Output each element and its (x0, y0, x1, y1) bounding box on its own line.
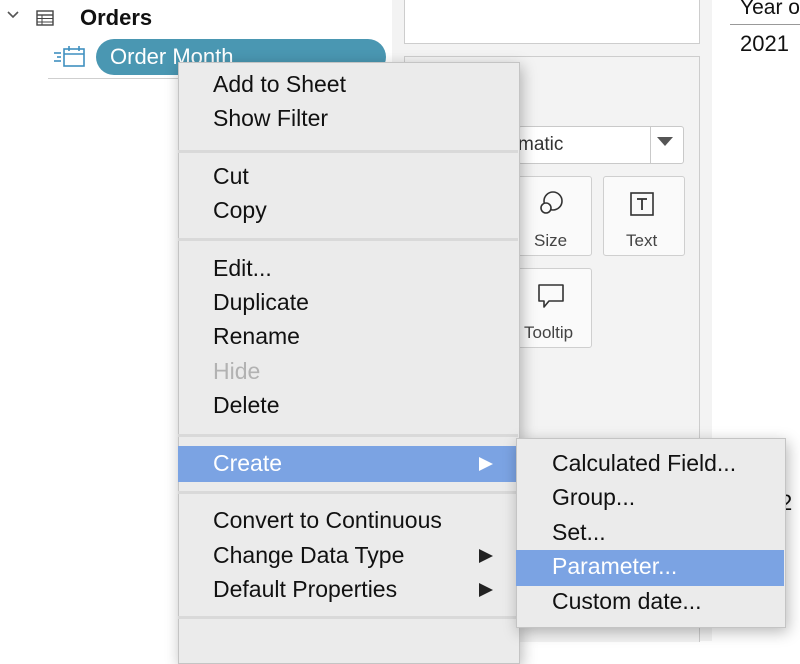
submenu-arrow-icon (479, 583, 493, 597)
menu-separator (178, 491, 518, 494)
submenu-item-set[interactable]: Set... (552, 519, 606, 546)
table-icon (36, 10, 54, 26)
dropdown-divider (650, 127, 651, 163)
menu-separator (178, 238, 518, 241)
header-divider (730, 24, 800, 25)
column-header[interactable]: Year o (740, 0, 800, 20)
date-field-icon (54, 46, 86, 68)
submenu-item-group[interactable]: Group... (552, 484, 635, 511)
submenu-item-calculated-field[interactable]: Calculated Field... (552, 450, 736, 477)
text-icon (628, 190, 656, 218)
menu-item-hide: Hide (213, 358, 261, 384)
menu-item-convert-to-continuous[interactable]: Convert to Continuous (213, 507, 442, 534)
menu-item-rename[interactable]: Rename (213, 323, 300, 350)
speech-bubble-icon (536, 282, 566, 310)
menu-item-add-to-sheet[interactable]: Add to Sheet (213, 71, 346, 98)
menu-item-delete[interactable]: Delete (213, 392, 279, 419)
menu-item-show-filter[interactable]: Show Filter (213, 105, 328, 132)
size-icon (536, 190, 566, 218)
menu-item-cut[interactable]: Cut (213, 163, 249, 190)
text-label: Text (626, 231, 658, 250)
filters-card (404, 0, 700, 44)
menu-separator (178, 434, 518, 437)
menu-item-change-data-type[interactable]: Change Data Type (213, 542, 404, 569)
menu-item-create[interactable]: Create (213, 450, 282, 477)
menu-item-default-properties[interactable]: Default Properties (213, 576, 397, 603)
caret-down-icon[interactable] (657, 137, 673, 146)
submenu-item-custom-date[interactable]: Custom date... (552, 588, 702, 615)
size-label: Size (534, 231, 568, 250)
header-value[interactable]: 2021 (740, 31, 789, 57)
menu-separator (178, 616, 518, 619)
menu-item-copy[interactable]: Copy (213, 197, 267, 224)
chevron-down-icon[interactable] (6, 8, 20, 25)
menu-separator (178, 150, 518, 153)
table-name[interactable]: Orders (80, 5, 152, 31)
tooltip-label: Tooltip (524, 323, 574, 342)
menu-item-edit[interactable]: Edit... (213, 255, 272, 282)
menu-item-duplicate[interactable]: Duplicate (213, 289, 309, 316)
submenu-arrow-icon (479, 457, 493, 471)
mark-type-value: matic (518, 134, 564, 155)
submenu-item-parameter[interactable]: Parameter... (552, 553, 677, 580)
submenu-arrow-icon (479, 549, 493, 563)
